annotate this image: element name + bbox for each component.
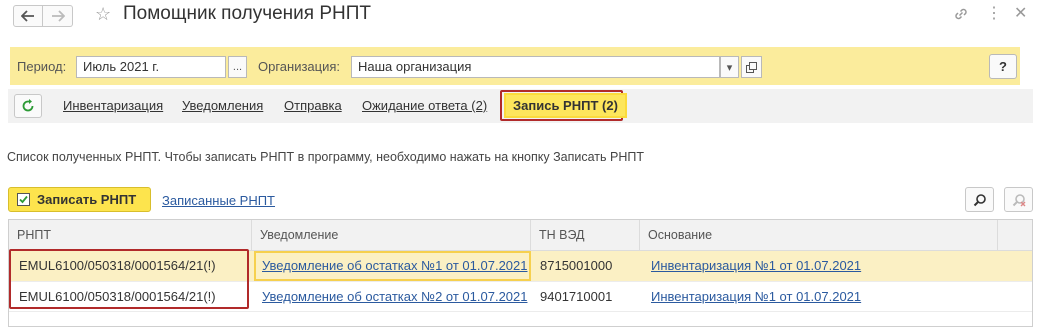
chevron-down-icon: ▾ — [726, 61, 733, 74]
org-dropdown-button[interactable]: ▾ — [720, 56, 739, 78]
column-header-tnved[interactable]: ТН ВЭД — [531, 220, 640, 250]
refresh-icon — [22, 99, 34, 112]
search-button[interactable] — [965, 187, 994, 212]
basis-link[interactable]: Инвентаризация №1 от 01.07.2021 — [645, 282, 998, 312]
back-button[interactable] — [13, 5, 43, 27]
written-rnpt-link[interactable]: Записанные РНПТ — [162, 193, 275, 208]
notice-link[interactable]: Уведомление об остатках №2 от 01.07.2021 — [254, 282, 531, 312]
tab-awaiting-response[interactable]: Ожидание ответа (2) — [362, 98, 487, 113]
back-arrow-icon — [21, 10, 34, 22]
basis-link[interactable]: Инвентаризация №1 от 01.07.2021 — [645, 251, 998, 281]
cancel-search-icon — [1012, 193, 1025, 206]
forward-button[interactable] — [43, 5, 73, 27]
period-select-button[interactable]: ... — [228, 56, 247, 78]
search-icon — [973, 193, 986, 206]
forward-arrow-icon — [51, 10, 65, 22]
org-open-button[interactable] — [741, 56, 762, 78]
tab-notifications[interactable]: Уведомления — [182, 98, 263, 113]
tab-inventory[interactable]: Инвентаризация — [63, 98, 163, 113]
link-icon[interactable] — [953, 6, 969, 25]
tnved-cell: 9401710001 — [540, 289, 613, 304]
org-input[interactable]: Наша организация — [351, 56, 720, 78]
column-header-notice[interactable]: Уведомление — [252, 220, 531, 250]
write-rnpt-button[interactable]: Записать РНПТ — [8, 187, 151, 212]
open-window-icon — [746, 61, 757, 73]
notice-link[interactable]: Уведомление об остатках №1 от 01.07.2021 — [254, 251, 531, 281]
more-icon[interactable]: ⋮ — [986, 3, 1002, 23]
period-label: Период: — [17, 59, 67, 74]
close-icon[interactable]: ✕ — [1014, 3, 1027, 23]
description-text: Список полученных РНПТ. Чтобы записать Р… — [7, 150, 644, 164]
table-empty-area — [9, 311, 1032, 326]
star-icon[interactable]: ☆ — [95, 4, 111, 25]
page-title: Помощник получения РНПТ — [123, 3, 372, 24]
column-header-basis[interactable]: Основание — [640, 220, 998, 250]
rnpt-highlight-frame — [9, 249, 249, 309]
column-header-rnpt[interactable]: РНПТ — [9, 220, 252, 250]
table-header: РНПТ Уведомление ТН ВЭД Основание — [9, 220, 1032, 251]
help-button[interactable]: ? — [989, 54, 1017, 79]
cancel-search-button[interactable] — [1004, 187, 1033, 212]
refresh-button[interactable] — [14, 94, 42, 118]
org-label: Организация: — [258, 59, 341, 74]
tab-write-rnpt[interactable]: Запись РНПТ (2) — [506, 95, 625, 116]
write-rnpt-label: Записать РНПТ — [37, 192, 137, 207]
tab-sending[interactable]: Отправка — [284, 98, 342, 113]
write-document-icon — [17, 193, 30, 206]
tnved-cell: 8715001000 — [540, 258, 613, 273]
period-input[interactable]: Июль 2021 г. — [76, 56, 226, 78]
